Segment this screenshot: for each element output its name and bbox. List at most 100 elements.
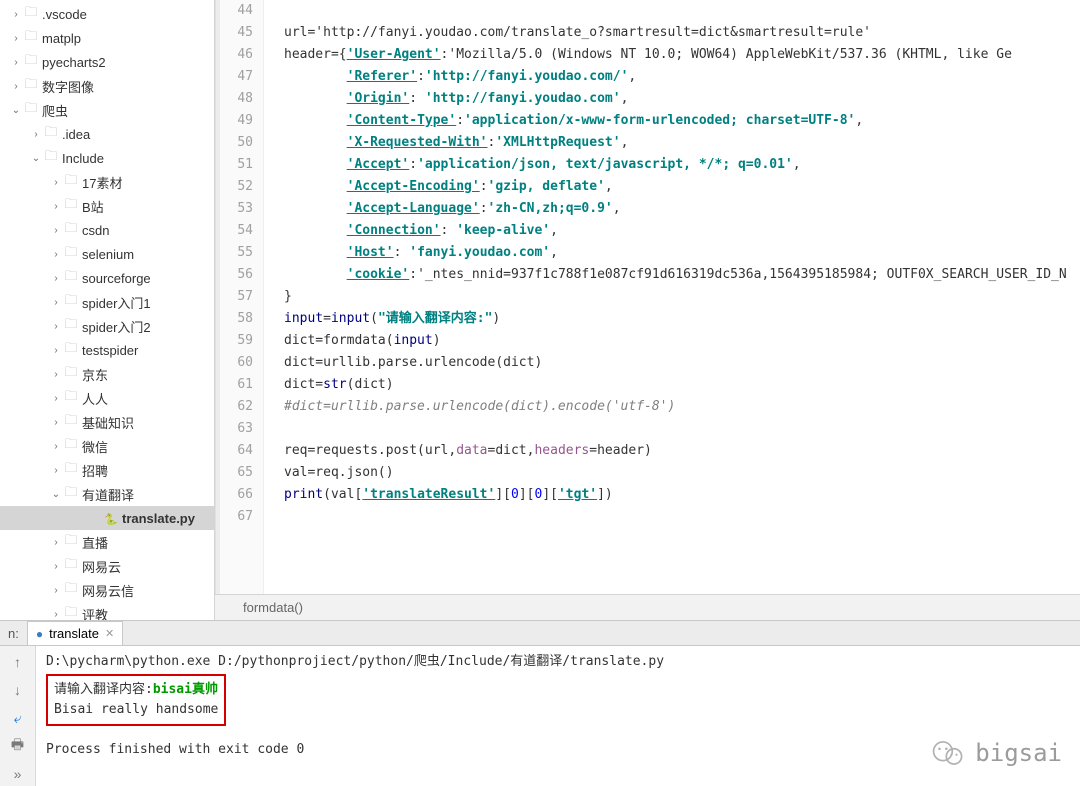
chevron-icon[interactable]: › (50, 345, 62, 356)
code-line[interactable]: dict=urllib.parse.urlencode(dict) (284, 352, 1080, 374)
expand-icon[interactable]: » (8, 764, 28, 784)
tree-folder[interactable]: ›csdn (0, 218, 214, 242)
chevron-icon[interactable]: › (50, 537, 62, 548)
editor-gutter: 4445464748495051525354555657585960616263… (216, 0, 264, 594)
chevron-icon[interactable]: › (50, 177, 62, 188)
folder-icon (42, 123, 60, 145)
code-line[interactable]: 'Origin': 'http://fanyi.youdao.com', (284, 88, 1080, 110)
tree-folder[interactable]: ›selenium (0, 242, 214, 266)
tree-folder[interactable]: ⌄ 爬虫 (0, 98, 214, 122)
chevron-icon[interactable]: › (50, 297, 62, 308)
tree-folder[interactable]: ›spider入门1 (0, 290, 214, 314)
code-line[interactable]: dict=formdata(input) (284, 330, 1080, 352)
chevron-icon[interactable]: › (30, 129, 42, 140)
chevron-icon[interactable]: › (50, 201, 62, 212)
code-line[interactable]: dict=str(dict) (284, 374, 1080, 396)
chevron-icon[interactable]: › (50, 249, 62, 260)
tree-folder[interactable]: ›微信 (0, 434, 214, 458)
code-line[interactable]: 'Accept-Language':'zh-CN,zh;q=0.9', (284, 198, 1080, 220)
code-line[interactable]: #dict=urllib.parse.urlencode(dict).encod… (284, 396, 1080, 418)
tree-item-label: pyecharts2 (40, 55, 106, 70)
code-line[interactable]: 'Accept':'application/json, text/javascr… (284, 154, 1080, 176)
folder-icon (22, 27, 40, 49)
code-line[interactable] (284, 0, 1080, 22)
print-icon[interactable]: 🖶 (8, 736, 28, 756)
code-line[interactable] (284, 418, 1080, 440)
tree-folder[interactable]: ›网易云信 (0, 578, 214, 602)
chevron-icon[interactable]: › (10, 33, 22, 44)
folder-icon (62, 219, 80, 241)
project-tree[interactable]: ›.vscode›matplp›pyecharts2›数字图像⌄爬虫›.idea… (0, 0, 215, 620)
editor-code[interactable]: url='http://fanyi.youdao.com/translate_o… (264, 0, 1080, 594)
tree-folder[interactable]: ›17素材 (0, 170, 214, 194)
chevron-icon[interactable]: › (50, 321, 62, 332)
tree-folder[interactable]: ›B站 (0, 194, 214, 218)
chevron-icon[interactable]: › (50, 465, 62, 476)
code-editor[interactable]: 4445464748495051525354555657585960616263… (215, 0, 1080, 594)
chevron-icon[interactable]: › (50, 609, 62, 620)
code-line[interactable]: val=req.json() (284, 462, 1080, 484)
tree-folder[interactable]: ›数字图像 (0, 74, 214, 98)
tree-folder[interactable]: ›基础知识 (0, 410, 214, 434)
chevron-icon[interactable]: › (50, 441, 62, 452)
folder-icon (62, 243, 80, 265)
code-line[interactable]: 'Referer':'http://fanyi.youdao.com/', (284, 66, 1080, 88)
chevron-icon[interactable]: ⌄ (10, 105, 22, 116)
tree-folder[interactable]: ⌄有道翻译 (0, 482, 214, 506)
code-line[interactable]: 'Host': 'fanyi.youdao.com', (284, 242, 1080, 264)
chevron-icon[interactable]: › (50, 585, 62, 596)
code-line[interactable]: } (284, 286, 1080, 308)
chevron-icon[interactable]: › (50, 561, 62, 572)
chevron-icon[interactable]: › (10, 57, 22, 68)
chevron-icon[interactable]: › (50, 369, 62, 380)
tree-file[interactable]: translate.py (0, 506, 214, 530)
chevron-icon[interactable]: ⌄ (30, 153, 42, 164)
tree-folder[interactable]: ›人人 (0, 386, 214, 410)
run-tab-translate[interactable]: ● translate ✕ (27, 621, 123, 645)
tree-folder[interactable]: ⌄Include (0, 146, 214, 170)
scroll-down-icon[interactable]: ↓ (8, 680, 28, 700)
folder-icon (62, 315, 80, 337)
breadcrumb-bar[interactable]: formdata() (215, 594, 1080, 620)
code-line[interactable]: 'cookie':'_ntes_nnid=937f1c788f1e087cf91… (284, 264, 1080, 286)
tree-folder[interactable]: ›评教 (0, 602, 214, 620)
tree-folder[interactable]: ›spider入门2 (0, 314, 214, 338)
tree-folder[interactable]: ›京东 (0, 362, 214, 386)
scroll-up-icon[interactable]: ↑ (8, 652, 28, 672)
code-line[interactable]: print(val['translateResult'][0][0]['tgt'… (284, 484, 1080, 506)
chevron-icon[interactable]: › (50, 225, 62, 236)
code-line[interactable]: 'Content-Type':'application/x-www-form-u… (284, 110, 1080, 132)
chevron-icon[interactable]: › (50, 393, 62, 404)
console-highlight-box: 请输入翻译内容:bisai真帅 Bisai really handsome (46, 674, 226, 726)
chevron-icon[interactable]: › (50, 417, 62, 428)
tree-folder[interactable]: › pyecharts2 (0, 50, 214, 74)
chevron-icon[interactable]: › (10, 81, 22, 92)
tree-folder[interactable]: ›网易云 (0, 554, 214, 578)
python-icon: ● (36, 627, 43, 641)
code-line[interactable]: input=input("请输入翻译内容:") (284, 308, 1080, 330)
watermark-text: bigsai (975, 743, 1062, 763)
code-line[interactable]: header={'User-Agent':'Mozilla/5.0 (Windo… (284, 44, 1080, 66)
tree-folder[interactable]: ›matplp (0, 26, 214, 50)
code-line[interactable]: 'Accept-Encoding':'gzip, deflate', (284, 176, 1080, 198)
tree-item-label: 爬虫 (40, 101, 68, 120)
tree-folder[interactable]: ›sourceforge (0, 266, 214, 290)
tree-folder[interactable]: ›.idea (0, 122, 214, 146)
code-line[interactable] (284, 506, 1080, 528)
console-output[interactable]: D:\pycharm\python.exe D:/pythonprojiect/… (36, 646, 1080, 786)
tree-folder[interactable]: ›.vscode (0, 2, 214, 26)
close-icon[interactable]: ✕ (105, 627, 114, 640)
chevron-icon[interactable]: › (50, 273, 62, 284)
folder-icon (62, 291, 80, 313)
code-line[interactable]: 'X-Requested-With':'XMLHttpRequest', (284, 132, 1080, 154)
tree-folder[interactable]: ›testspider (0, 338, 214, 362)
chevron-icon[interactable]: ⌄ (50, 489, 62, 500)
console-exit: Process finished with exit code 0 (46, 740, 1070, 760)
wrap-icon[interactable]: ⤶ (8, 708, 28, 728)
code-line[interactable]: req=requests.post(url,data=dict,headers=… (284, 440, 1080, 462)
code-line[interactable]: url='http://fanyi.youdao.com/translate_o… (284, 22, 1080, 44)
tree-folder[interactable]: ›直播 (0, 530, 214, 554)
tree-folder[interactable]: ›招聘 (0, 458, 214, 482)
code-line[interactable]: 'Connection': 'keep-alive', (284, 220, 1080, 242)
chevron-icon[interactable]: › (10, 9, 22, 20)
